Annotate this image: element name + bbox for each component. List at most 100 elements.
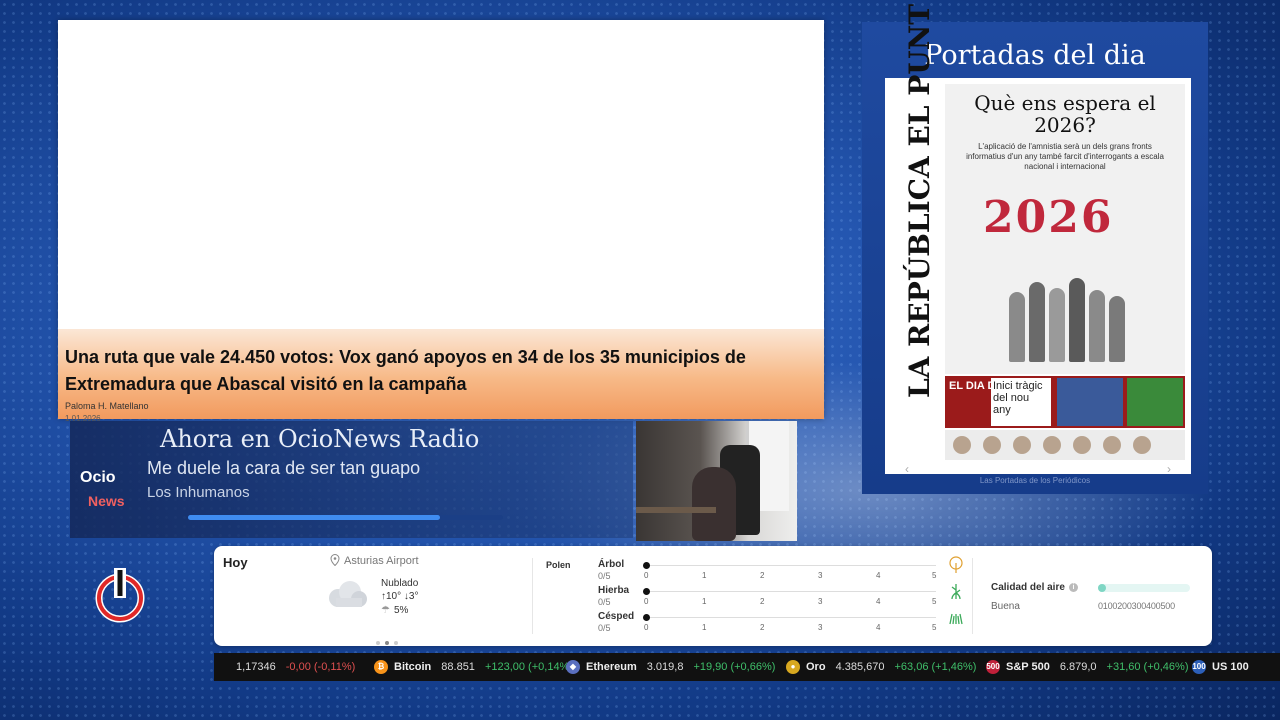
portadas-footer: Las Portadas de los Periódicos (979, 476, 1091, 485)
weather-rain-value: 5% (393, 605, 409, 616)
ticker-price: 1,17346 (236, 661, 276, 673)
polen-row-arbol: Árbol 0/5 012345 (598, 556, 963, 583)
cover-illustration (1005, 274, 1125, 362)
weather-location-text: Asturias Airport (344, 555, 419, 567)
radio-logo-top: Ocio (80, 469, 116, 486)
polen-label: Polen (546, 560, 571, 570)
cover-headline: Què ens espera el 2026? (974, 91, 1156, 137)
air-quality-status: Buena (991, 601, 1020, 612)
us100-icon: 100 (1192, 660, 1206, 675)
cover-next-button[interactable]: › (1167, 462, 1171, 476)
air-quality-bar (1098, 584, 1190, 592)
umbrella-icon: ☂ (381, 605, 390, 616)
weather-widget: Hoy Asturias Airport Nublado ↑10° ↓3° ☂ 5… (214, 546, 1212, 646)
ticker-name: S&P 500 (1006, 661, 1050, 673)
radio-progress-bar[interactable] (188, 515, 503, 520)
ticker-name: US 100 (1212, 661, 1249, 673)
weather-today-label: Hoy (223, 555, 248, 570)
ticker-item[interactable]: ₿ Bitcoin 88.851 +123,00 (+0,14%) (374, 653, 573, 681)
cover-columnists-strip (945, 430, 1185, 460)
camera-shelf (636, 507, 716, 513)
news-caption: Una ruta que vale 24.450 votos: Vox ganó… (58, 329, 824, 423)
polen-track (646, 565, 936, 566)
weather-condition: Nublado (381, 578, 419, 589)
portadas-panel: Portadas del dia LA REPÚBLICA EL PUNT AV… (862, 0, 1208, 494)
radio-logo-bottom: News (88, 493, 125, 509)
polen-value: 0/5 (598, 623, 611, 633)
weather-divider (972, 558, 973, 634)
lawn-icon (949, 613, 963, 625)
polen-value: 0/5 (598, 571, 611, 581)
cover-year: 2026 (983, 192, 1114, 243)
air-quality-label-text: Calidad del aire (991, 582, 1065, 593)
camera-feed (636, 421, 797, 541)
grass-icon (951, 584, 961, 600)
weather-location[interactable]: Asturias Airport (330, 553, 419, 567)
newspaper-cover[interactable]: LA REPÚBLICA EL PUNT AVUI+ Què ens esper… (885, 0, 1191, 476)
market-ticker: 1,17346 -0,00 (-0,11%) ₿ Bitcoin 88.851 +123,… (214, 653, 1280, 681)
cover-subheadline: L'aplicació de l'amnistia serà un dels g… (966, 142, 1164, 171)
ticker-item[interactable]: 500 S&P 500 6.879,0 +31,60 (+0,46%) (986, 653, 1188, 681)
polen-row-cesped: Césped 0/5 012345 (598, 611, 963, 635)
polen-level-dot (643, 562, 650, 569)
ticker-item[interactable]: ◆ Ethereum 3.019,8 +19,90 (+0,66%) (566, 653, 775, 681)
radio-title: Ahora en OcioNews Radio (160, 425, 480, 453)
ticker-change: +123,00 (+0,14%) (484, 661, 574, 673)
ticker-change: +63,06 (+1,46%) (894, 661, 977, 673)
air-quality-label: Calidad del aire i (991, 582, 1078, 593)
cover-box-b: Inici tràgic del nou any (991, 378, 1051, 426)
cover-photo-b (1127, 378, 1183, 426)
weather-temps: ↑10° ↓3° (381, 591, 419, 602)
power-icon[interactable] (94, 568, 146, 624)
news-headline[interactable]: Una ruta que vale 24.450 votos: Vox ganó… (65, 343, 816, 398)
polen-name: Hierba (598, 585, 630, 596)
location-pin-icon (330, 553, 340, 567)
ticker-price: 4.385,670 (835, 661, 885, 673)
ticker-item[interactable]: 100 US 100 (1192, 653, 1269, 681)
radio-logo: Ocio News (78, 469, 138, 513)
info-icon[interactable]: i (1068, 582, 1078, 592)
camera-person (692, 467, 736, 541)
weather-rain: ☂ 5% (381, 605, 408, 616)
cover-prev-button[interactable]: ‹ (905, 462, 909, 476)
air-quality-scale: 0100200300400500 (1098, 601, 1175, 611)
radio-song: Me duele la cara de ser tan guapo (147, 458, 421, 478)
ticker-item[interactable]: 1,17346 -0,00 (-0,11%) (226, 653, 355, 681)
radio-artist: Los Inhumanos (147, 484, 250, 501)
ticker-name: Ethereum (586, 661, 637, 673)
polen-name: Césped (598, 611, 635, 622)
polen-name: Árbol (598, 559, 625, 570)
tree-icon (949, 556, 963, 573)
radio-progress-fill (188, 515, 440, 520)
polen-row-hierba: Hierba 0/5 012345 (598, 584, 961, 609)
ticker-item[interactable]: ● Oro 4.385,670 +63,06 (+1,46%) (786, 653, 976, 681)
radio-panel: Ahora en OcioNews Radio Me duele la cara… (70, 421, 633, 538)
cover-main-story: Què ens espera el 2026? L'aplicació de l… (945, 84, 1185, 374)
polen-level-dot (643, 588, 650, 595)
ticker-price: 3.019,8 (646, 661, 684, 673)
polen-level-dot (643, 614, 650, 621)
cloud-icon (329, 581, 367, 607)
ticker-name: Oro (806, 661, 826, 673)
ticker-price: 6.879,0 (1059, 661, 1097, 673)
sp500-icon: 500 (986, 660, 1000, 675)
weather-divider (532, 558, 533, 634)
polen-track (646, 617, 936, 618)
news-author: Paloma H. Matellano (65, 401, 149, 411)
ticker-change: +31,60 (+0,46%) (1106, 661, 1189, 673)
news-panel[interactable]: Una ruta que vale 24.450 votos: Vox ganó… (58, 20, 824, 423)
ticker-price: 88.851 (441, 661, 475, 673)
weather-pager[interactable] (376, 632, 403, 650)
cover-bottom-stories: EL DIA D'AHIR Inici tràgic del nou any (945, 376, 1185, 428)
cover-photo-a (1057, 378, 1123, 426)
ticker-change: +19,90 (+0,66%) (693, 661, 776, 673)
polen-value: 0/5 (598, 597, 611, 607)
polen-track (646, 591, 936, 592)
cover-masthead: LA REPÚBLICA EL PUNT AVUI+ (903, 0, 936, 398)
air-quality-knob (1098, 584, 1106, 592)
ticker-name: Bitcoin (394, 661, 432, 673)
bitcoin-icon: ₿ (374, 660, 388, 675)
ticker-change: -0,00 (-0,11%) (285, 661, 356, 673)
gold-icon: ● (786, 660, 800, 675)
ethereum-icon: ◆ (566, 660, 580, 675)
